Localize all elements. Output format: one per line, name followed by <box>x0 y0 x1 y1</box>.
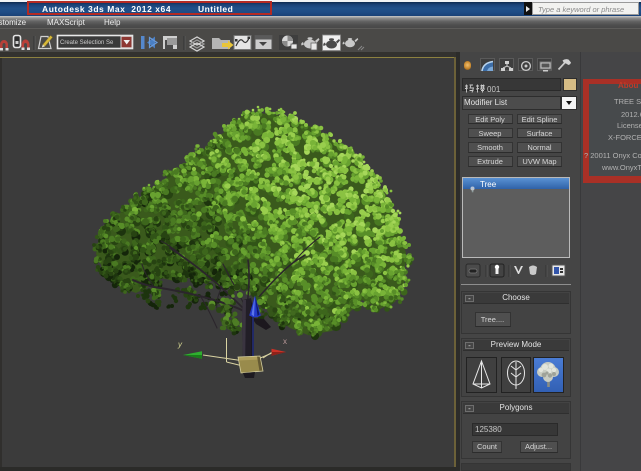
svg-text:Create Selection Se: Create Selection Se <box>60 40 114 46</box>
